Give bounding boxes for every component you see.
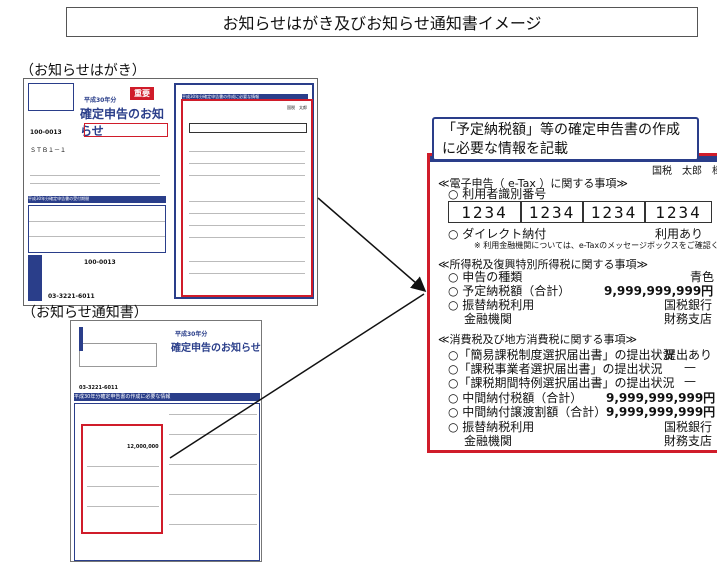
zoom-period-value: —: [684, 374, 696, 388]
zoom-recipient-name: 国税 太郎 様: [652, 166, 717, 177]
arrow-from-notice: [169, 293, 425, 459]
zoom-section-consumption: ≪消費税及び地方消費税に関する事項≫: [438, 333, 638, 346]
zoom-bank2-value: 財務支店: [664, 434, 713, 448]
zoom-bank2-label: 金融機関: [464, 434, 513, 448]
user-id-part-1: 1234: [448, 201, 521, 223]
zoom-direct-note: ※ 利用金融機関については、e-Taxのメッセージボックスをご確認ください。: [474, 241, 717, 250]
callout-line-2: に必要な情報を記載: [442, 141, 568, 157]
user-id-part-4: 1234: [645, 201, 712, 223]
callout-line-1: 「予定納税額」等の確定申告書の作成: [442, 122, 680, 138]
user-id-part-3: 1234: [583, 201, 645, 223]
arrow-from-postcard: [317, 197, 427, 292]
zoom-user-id-label: ○ 利用者識別番号: [448, 187, 547, 201]
zoom-bank-label: 金融機関: [464, 312, 513, 326]
zoom-bank-value: 財務支店: [664, 312, 713, 326]
callout-box: 「予定納税額」等の確定申告書の作成 に必要な情報を記載: [432, 117, 699, 161]
zoom-taxable-value: —: [684, 360, 696, 374]
user-id-part-2: 1234: [521, 201, 583, 223]
